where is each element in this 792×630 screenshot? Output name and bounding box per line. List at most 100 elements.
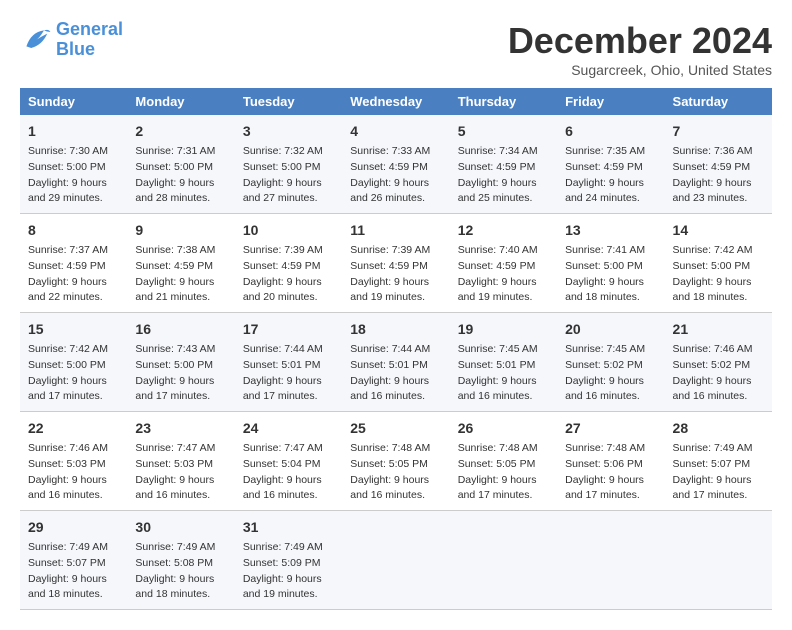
calendar-cell: 15 Sunrise: 7:42 AM Sunset: 5:00 PM Dayl… (20, 313, 127, 412)
table-row: 29 Sunrise: 7:49 AM Sunset: 5:07 PM Dayl… (20, 511, 772, 610)
day-number: 27 (565, 418, 656, 439)
calendar-cell: 18 Sunrise: 7:44 AM Sunset: 5:01 PM Dayl… (342, 313, 449, 412)
header-row: Sunday Monday Tuesday Wednesday Thursday… (20, 88, 772, 115)
calendar-cell: 1 Sunrise: 7:30 AM Sunset: 5:00 PM Dayli… (20, 115, 127, 214)
calendar-cell: 24 Sunrise: 7:47 AM Sunset: 5:04 PM Dayl… (235, 412, 342, 511)
day-number: 5 (458, 121, 549, 142)
calendar-cell: 29 Sunrise: 7:49 AM Sunset: 5:07 PM Dayl… (20, 511, 127, 610)
day-number: 18 (350, 319, 441, 340)
table-row: 8 Sunrise: 7:37 AM Sunset: 4:59 PM Dayli… (20, 214, 772, 313)
day-info: Sunrise: 7:45 AM Sunset: 5:02 PM Dayligh… (565, 342, 656, 405)
day-info: Sunrise: 7:37 AM Sunset: 4:59 PM Dayligh… (28, 243, 119, 306)
day-info: Sunrise: 7:46 AM Sunset: 5:02 PM Dayligh… (673, 342, 764, 405)
day-number: 29 (28, 517, 119, 538)
day-info: Sunrise: 7:47 AM Sunset: 5:04 PM Dayligh… (243, 441, 334, 504)
calendar-cell: 10 Sunrise: 7:39 AM Sunset: 4:59 PM Dayl… (235, 214, 342, 313)
calendar-cell (342, 511, 449, 610)
calendar-cell: 9 Sunrise: 7:38 AM Sunset: 4:59 PM Dayli… (127, 214, 234, 313)
day-info: Sunrise: 7:39 AM Sunset: 4:59 PM Dayligh… (350, 243, 441, 306)
calendar-cell: 26 Sunrise: 7:48 AM Sunset: 5:05 PM Dayl… (450, 412, 557, 511)
day-info: Sunrise: 7:43 AM Sunset: 5:00 PM Dayligh… (135, 342, 226, 405)
day-info: Sunrise: 7:30 AM Sunset: 5:00 PM Dayligh… (28, 144, 119, 207)
calendar-cell: 7 Sunrise: 7:36 AM Sunset: 4:59 PM Dayli… (665, 115, 772, 214)
page-header: General Blue December 2024 Sugarcreek, O… (20, 20, 772, 78)
header-saturday: Saturday (665, 88, 772, 115)
day-info: Sunrise: 7:44 AM Sunset: 5:01 PM Dayligh… (243, 342, 334, 405)
calendar-cell: 30 Sunrise: 7:49 AM Sunset: 5:08 PM Dayl… (127, 511, 234, 610)
calendar-cell: 6 Sunrise: 7:35 AM Sunset: 4:59 PM Dayli… (557, 115, 664, 214)
calendar-cell: 3 Sunrise: 7:32 AM Sunset: 5:00 PM Dayli… (235, 115, 342, 214)
header-friday: Friday (557, 88, 664, 115)
day-number: 16 (135, 319, 226, 340)
day-number: 10 (243, 220, 334, 241)
header-monday: Monday (127, 88, 234, 115)
day-info: Sunrise: 7:48 AM Sunset: 5:05 PM Dayligh… (458, 441, 549, 504)
day-number: 15 (28, 319, 119, 340)
header-wednesday: Wednesday (342, 88, 449, 115)
header-thursday: Thursday (450, 88, 557, 115)
logo-line2: Blue (56, 39, 95, 59)
day-number: 6 (565, 121, 656, 142)
day-number: 8 (28, 220, 119, 241)
day-info: Sunrise: 7:48 AM Sunset: 5:06 PM Dayligh… (565, 441, 656, 504)
day-info: Sunrise: 7:34 AM Sunset: 4:59 PM Dayligh… (458, 144, 549, 207)
calendar-cell: 20 Sunrise: 7:45 AM Sunset: 5:02 PM Dayl… (557, 313, 664, 412)
calendar-cell: 8 Sunrise: 7:37 AM Sunset: 4:59 PM Dayli… (20, 214, 127, 313)
logo: General Blue (20, 20, 123, 60)
day-info: Sunrise: 7:45 AM Sunset: 5:01 PM Dayligh… (458, 342, 549, 405)
day-number: 22 (28, 418, 119, 439)
logo-icon (20, 24, 52, 56)
calendar-cell (665, 511, 772, 610)
calendar-cell (450, 511, 557, 610)
calendar-cell: 2 Sunrise: 7:31 AM Sunset: 5:00 PM Dayli… (127, 115, 234, 214)
day-info: Sunrise: 7:39 AM Sunset: 4:59 PM Dayligh… (243, 243, 334, 306)
day-number: 24 (243, 418, 334, 439)
day-info: Sunrise: 7:49 AM Sunset: 5:07 PM Dayligh… (28, 540, 119, 603)
day-number: 9 (135, 220, 226, 241)
logo-line1: General (56, 19, 123, 39)
day-number: 11 (350, 220, 441, 241)
day-info: Sunrise: 7:42 AM Sunset: 5:00 PM Dayligh… (673, 243, 764, 306)
day-number: 28 (673, 418, 764, 439)
calendar-cell: 27 Sunrise: 7:48 AM Sunset: 5:06 PM Dayl… (557, 412, 664, 511)
day-info: Sunrise: 7:32 AM Sunset: 5:00 PM Dayligh… (243, 144, 334, 207)
day-number: 21 (673, 319, 764, 340)
day-number: 30 (135, 517, 226, 538)
calendar-cell: 28 Sunrise: 7:49 AM Sunset: 5:07 PM Dayl… (665, 412, 772, 511)
calendar-cell: 31 Sunrise: 7:49 AM Sunset: 5:09 PM Dayl… (235, 511, 342, 610)
day-number: 13 (565, 220, 656, 241)
day-number: 25 (350, 418, 441, 439)
calendar-cell (557, 511, 664, 610)
calendar-cell: 5 Sunrise: 7:34 AM Sunset: 4:59 PM Dayli… (450, 115, 557, 214)
day-info: Sunrise: 7:35 AM Sunset: 4:59 PM Dayligh… (565, 144, 656, 207)
location: Sugarcreek, Ohio, United States (508, 62, 772, 78)
day-info: Sunrise: 7:40 AM Sunset: 4:59 PM Dayligh… (458, 243, 549, 306)
day-info: Sunrise: 7:31 AM Sunset: 5:00 PM Dayligh… (135, 144, 226, 207)
calendar-cell: 19 Sunrise: 7:45 AM Sunset: 5:01 PM Dayl… (450, 313, 557, 412)
day-info: Sunrise: 7:46 AM Sunset: 5:03 PM Dayligh… (28, 441, 119, 504)
day-number: 20 (565, 319, 656, 340)
day-info: Sunrise: 7:49 AM Sunset: 5:07 PM Dayligh… (673, 441, 764, 504)
day-number: 7 (673, 121, 764, 142)
day-number: 26 (458, 418, 549, 439)
day-number: 17 (243, 319, 334, 340)
day-info: Sunrise: 7:42 AM Sunset: 5:00 PM Dayligh… (28, 342, 119, 405)
logo-text: General Blue (56, 20, 123, 60)
table-row: 22 Sunrise: 7:46 AM Sunset: 5:03 PM Dayl… (20, 412, 772, 511)
month-title: December 2024 (508, 20, 772, 62)
calendar-cell: 12 Sunrise: 7:40 AM Sunset: 4:59 PM Dayl… (450, 214, 557, 313)
day-info: Sunrise: 7:47 AM Sunset: 5:03 PM Dayligh… (135, 441, 226, 504)
calendar-cell: 23 Sunrise: 7:47 AM Sunset: 5:03 PM Dayl… (127, 412, 234, 511)
calendar-cell: 22 Sunrise: 7:46 AM Sunset: 5:03 PM Dayl… (20, 412, 127, 511)
calendar-cell: 4 Sunrise: 7:33 AM Sunset: 4:59 PM Dayli… (342, 115, 449, 214)
day-info: Sunrise: 7:48 AM Sunset: 5:05 PM Dayligh… (350, 441, 441, 504)
table-row: 15 Sunrise: 7:42 AM Sunset: 5:00 PM Dayl… (20, 313, 772, 412)
day-number: 2 (135, 121, 226, 142)
calendar-table: Sunday Monday Tuesday Wednesday Thursday… (20, 88, 772, 610)
day-number: 1 (28, 121, 119, 142)
table-row: 1 Sunrise: 7:30 AM Sunset: 5:00 PM Dayli… (20, 115, 772, 214)
day-info: Sunrise: 7:33 AM Sunset: 4:59 PM Dayligh… (350, 144, 441, 207)
calendar-cell: 11 Sunrise: 7:39 AM Sunset: 4:59 PM Dayl… (342, 214, 449, 313)
calendar-cell: 13 Sunrise: 7:41 AM Sunset: 5:00 PM Dayl… (557, 214, 664, 313)
day-number: 3 (243, 121, 334, 142)
